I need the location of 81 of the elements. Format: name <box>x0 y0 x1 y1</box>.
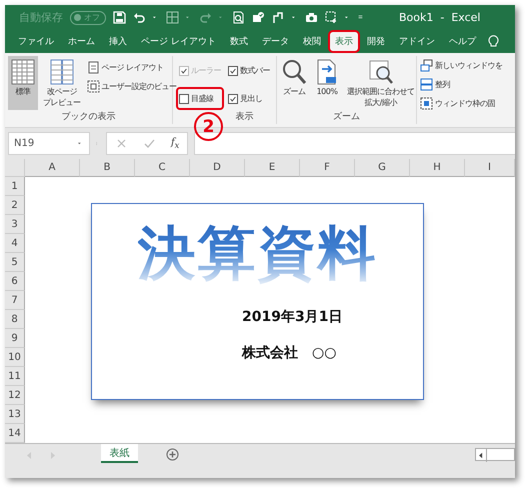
column-header[interactable]: E <box>245 159 300 177</box>
row-header[interactable]: 12 <box>5 386 25 405</box>
column-header[interactable]: F <box>300 159 355 177</box>
formula-input[interactable] <box>194 132 515 155</box>
save-icon[interactable] <box>113 11 126 24</box>
autosave-label: 自動保存 <box>19 10 63 25</box>
group-label: 表示 <box>236 110 254 124</box>
view-button[interactable]: ユーザー設定のビュー <box>86 79 178 94</box>
menu-tab[interactable]: ホーム <box>61 30 102 53</box>
cancel-icon[interactable] <box>114 137 128 150</box>
table-icon[interactable] <box>166 11 179 24</box>
add-sheet-icon[interactable] <box>166 448 179 461</box>
camera-icon[interactable] <box>305 11 318 24</box>
row-header[interactable]: 14 <box>5 424 25 443</box>
zoom-button[interactable]: ズーム <box>279 56 309 110</box>
window-button[interactable]: ウィンドウ枠の固 <box>419 96 515 111</box>
window-title: Book1 - Excel <box>399 11 480 24</box>
group-label: ブックの表示 <box>62 110 116 124</box>
arrange-icon <box>420 78 433 91</box>
row-header[interactable]: 7 <box>5 291 25 310</box>
stamp-icon[interactable] <box>252 11 265 24</box>
freeze-panes-icon <box>420 97 433 110</box>
column-header[interactable]: A <box>25 159 80 177</box>
view-button[interactable]: 改ページ プレビュー <box>41 56 82 110</box>
view-button[interactable]: ページ レイアウト <box>86 60 178 75</box>
menu-tab[interactable]: データ <box>254 30 296 53</box>
window-button[interactable]: 新しいウィンドウを <box>419 58 515 73</box>
row-header[interactable]: 10 <box>5 348 25 367</box>
column-header[interactable]: D <box>190 159 245 177</box>
row-header[interactable]: 6 <box>5 272 25 291</box>
cover-date: 2019年3月1日 <box>242 308 342 326</box>
checkbox[interactable]: 目盛線 <box>176 87 224 110</box>
menu-tab[interactable]: 挿入 <box>102 30 134 53</box>
window-button[interactable]: 整列 <box>419 77 515 92</box>
zoom-selection-icon <box>368 58 394 86</box>
column-header[interactable]: G <box>355 159 410 177</box>
row-header[interactable]: 13 <box>5 405 25 424</box>
column-header[interactable]: B <box>80 159 135 177</box>
shape-add-icon[interactable] <box>325 11 338 24</box>
column-header[interactable]: I <box>465 159 515 177</box>
menu-tab[interactable]: ページ レイアウト <box>134 30 223 53</box>
menu-tab[interactable]: 表示 <box>328 30 360 53</box>
row-header[interactable]: 1 <box>5 177 25 196</box>
checkbox[interactable]: 数式バー <box>225 59 273 82</box>
windows-icon <box>420 59 433 72</box>
horizontal-scrollbar[interactable] <box>475 448 515 461</box>
menu-tab[interactable]: 校閲 <box>296 30 328 53</box>
name-box[interactable]: N19 <box>8 132 90 155</box>
lightbulb-icon[interactable] <box>486 35 500 48</box>
menu-tab[interactable]: アドイン <box>392 30 442 53</box>
menu-tab[interactable]: 数式 <box>222 30 255 53</box>
row-header[interactable]: 9 <box>5 329 25 348</box>
row-header[interactable]: 4 <box>5 234 25 253</box>
sheet-tab[interactable]: 表紙 <box>101 444 138 463</box>
redo-icon[interactable] <box>199 11 212 24</box>
group-label: ズーム <box>333 110 360 124</box>
magnifier-icon <box>281 58 307 86</box>
zoom-button[interactable]: 100% <box>312 56 342 110</box>
view-button[interactable]: 標準 <box>8 56 38 110</box>
menu-tab[interactable]: 開発 <box>360 30 392 53</box>
column-header[interactable]: H <box>410 159 465 177</box>
steps-icon[interactable] <box>272 11 285 24</box>
page-icon <box>86 61 100 74</box>
row-header[interactable]: 11 <box>5 367 25 386</box>
grid-icon <box>10 58 36 86</box>
column-header[interactable]: C <box>135 159 190 177</box>
undo-icon[interactable] <box>133 11 146 24</box>
menu-tab[interactable]: ファイル <box>11 30 61 53</box>
insert-function-button[interactable]: f$_{x}$ <box>170 137 180 150</box>
row-header[interactable]: 3 <box>5 215 25 234</box>
check-icon[interactable] <box>142 137 156 150</box>
checkbox[interactable]: 見出し <box>225 87 273 110</box>
row-header[interactable]: 8 <box>5 310 25 329</box>
page-grid-icon <box>48 58 75 86</box>
zoom-button[interactable]: 選択範囲に合わせて 拡大/縮小 <box>345 56 416 110</box>
row-header[interactable]: 5 <box>5 253 25 272</box>
menu-tab[interactable]: ヘルプ <box>442 30 483 53</box>
custom-view-icon <box>86 80 100 93</box>
company-name: 株式会社 ○○ <box>242 344 336 362</box>
row-header[interactable]: 2 <box>5 196 25 215</box>
print-preview-icon[interactable] <box>232 11 245 24</box>
